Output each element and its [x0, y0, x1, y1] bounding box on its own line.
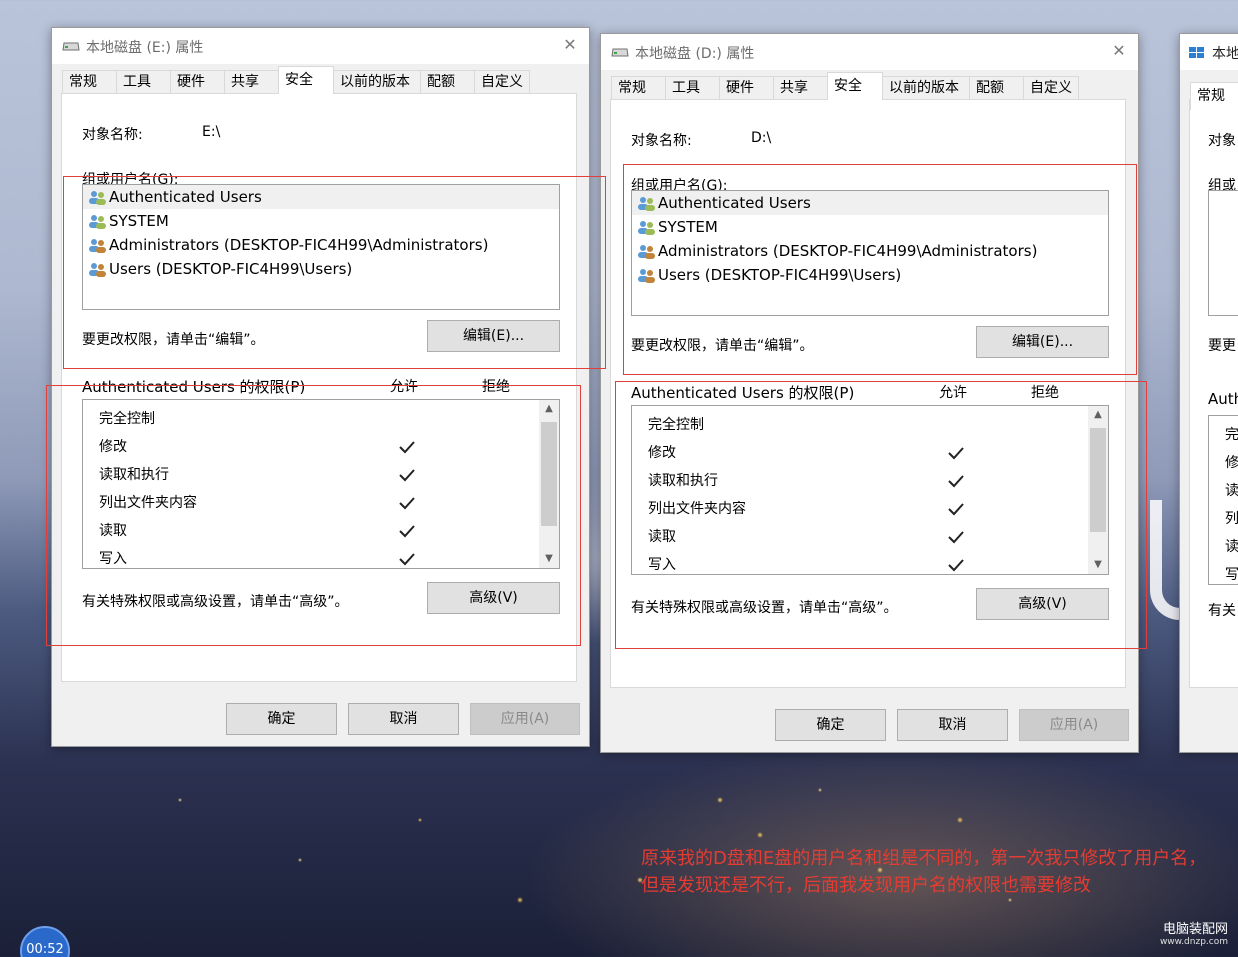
watermark-url: www.dnzp.com	[1159, 937, 1228, 947]
advanced-hint: 有关	[1208, 603, 1236, 619]
tab-general[interactable]: 常规	[62, 70, 117, 94]
drive-icon	[611, 48, 629, 57]
highlight-box-e-users	[63, 176, 606, 369]
edit-hint: 要更	[1208, 338, 1236, 354]
tab-strip: 常规 工具 硬件 共享 安全 以前的版本 配额 自定义	[62, 66, 530, 94]
tab-previous-versions[interactable]: 以前的版本	[882, 76, 970, 100]
permission-row: 读	[1225, 539, 1238, 555]
permission-row: 列	[1225, 511, 1238, 527]
title-bar: 本地磁盘 (E:) 属性 ✕	[52, 28, 589, 64]
windows-logo-icon	[1189, 47, 1204, 58]
object-name-value: E:\	[202, 124, 221, 140]
annotation-text: 原来我的D盘和E盘的用户名和组是不同的，第一次我只修改了用户名，但是发现还是不行…	[641, 848, 1207, 896]
permissions-label: Auth	[1208, 390, 1238, 408]
properties-window-clipped: 本地 常规 对象 组或 要更 Auth 完 修 读 列 读 写 有关	[1179, 33, 1238, 753]
cancel-button[interactable]: 取消	[348, 703, 459, 735]
permissions-list[interactable]: 完 修 读 列 读 写	[1208, 415, 1238, 585]
object-name-value: D:\	[751, 130, 772, 146]
apply-button[interactable]: 应用(A)	[1019, 709, 1129, 741]
ok-button[interactable]: 确定	[775, 709, 886, 741]
title-bar: 本地磁盘 (D:) 属性 ✕	[601, 34, 1138, 70]
tab-customize[interactable]: 自定义	[474, 70, 530, 94]
tab-quota[interactable]: 配额	[969, 76, 1024, 100]
tab-general[interactable]: 常规	[1190, 82, 1238, 110]
highlight-box-e-permissions	[46, 385, 581, 646]
close-button[interactable]: ✕	[1106, 38, 1132, 64]
tab-general[interactable]: 常规	[611, 76, 666, 100]
permission-row: 读	[1225, 483, 1238, 499]
ok-button[interactable]: 确定	[226, 703, 337, 735]
tab-tools[interactable]: 工具	[665, 76, 720, 100]
object-name-label: 对象	[1208, 133, 1236, 149]
permission-row: 修	[1225, 455, 1238, 471]
tab-customize[interactable]: 自定义	[1023, 76, 1079, 100]
permission-row: 写	[1225, 567, 1238, 583]
object-name-label: 对象名称:	[82, 127, 143, 143]
tab-tools[interactable]: 工具	[116, 70, 171, 94]
tab-security[interactable]: 安全	[827, 72, 883, 100]
tab-previous-versions[interactable]: 以前的版本	[333, 70, 421, 94]
cancel-button[interactable]: 取消	[897, 709, 1008, 741]
tab-security[interactable]: 安全	[278, 66, 334, 94]
permission-row: 完	[1225, 427, 1238, 443]
title-bar: 本地	[1180, 34, 1238, 70]
close-button[interactable]: ✕	[557, 32, 583, 58]
window-title: 本地磁盘 (E:) 属性	[86, 40, 204, 56]
tab-sharing[interactable]: 共享	[224, 70, 279, 94]
tab-quota[interactable]: 配额	[420, 70, 475, 94]
security-panel: 对象 组或 要更 Auth 完 修 读 列 读 写 有关	[1189, 99, 1238, 688]
window-title: 本地	[1212, 46, 1238, 62]
tab-sharing[interactable]: 共享	[773, 76, 828, 100]
apply-button[interactable]: 应用(A)	[470, 703, 580, 735]
drive-icon	[62, 42, 80, 51]
users-list[interactable]	[1208, 190, 1238, 316]
window-title: 本地磁盘 (D:) 属性	[635, 46, 755, 62]
clock-badge[interactable]: 00:52	[20, 926, 70, 957]
tab-hardware[interactable]: 硬件	[170, 70, 225, 94]
object-name-label: 对象名称:	[631, 133, 692, 149]
tab-hardware[interactable]: 硬件	[719, 76, 774, 100]
highlight-box-d-permissions	[615, 381, 1147, 649]
highlight-box-d-users	[623, 164, 1137, 375]
watermark: 电脑装配网	[1162, 922, 1228, 937]
tab-strip: 常规 工具 硬件 共享 安全 以前的版本 配额 自定义	[611, 72, 1079, 100]
